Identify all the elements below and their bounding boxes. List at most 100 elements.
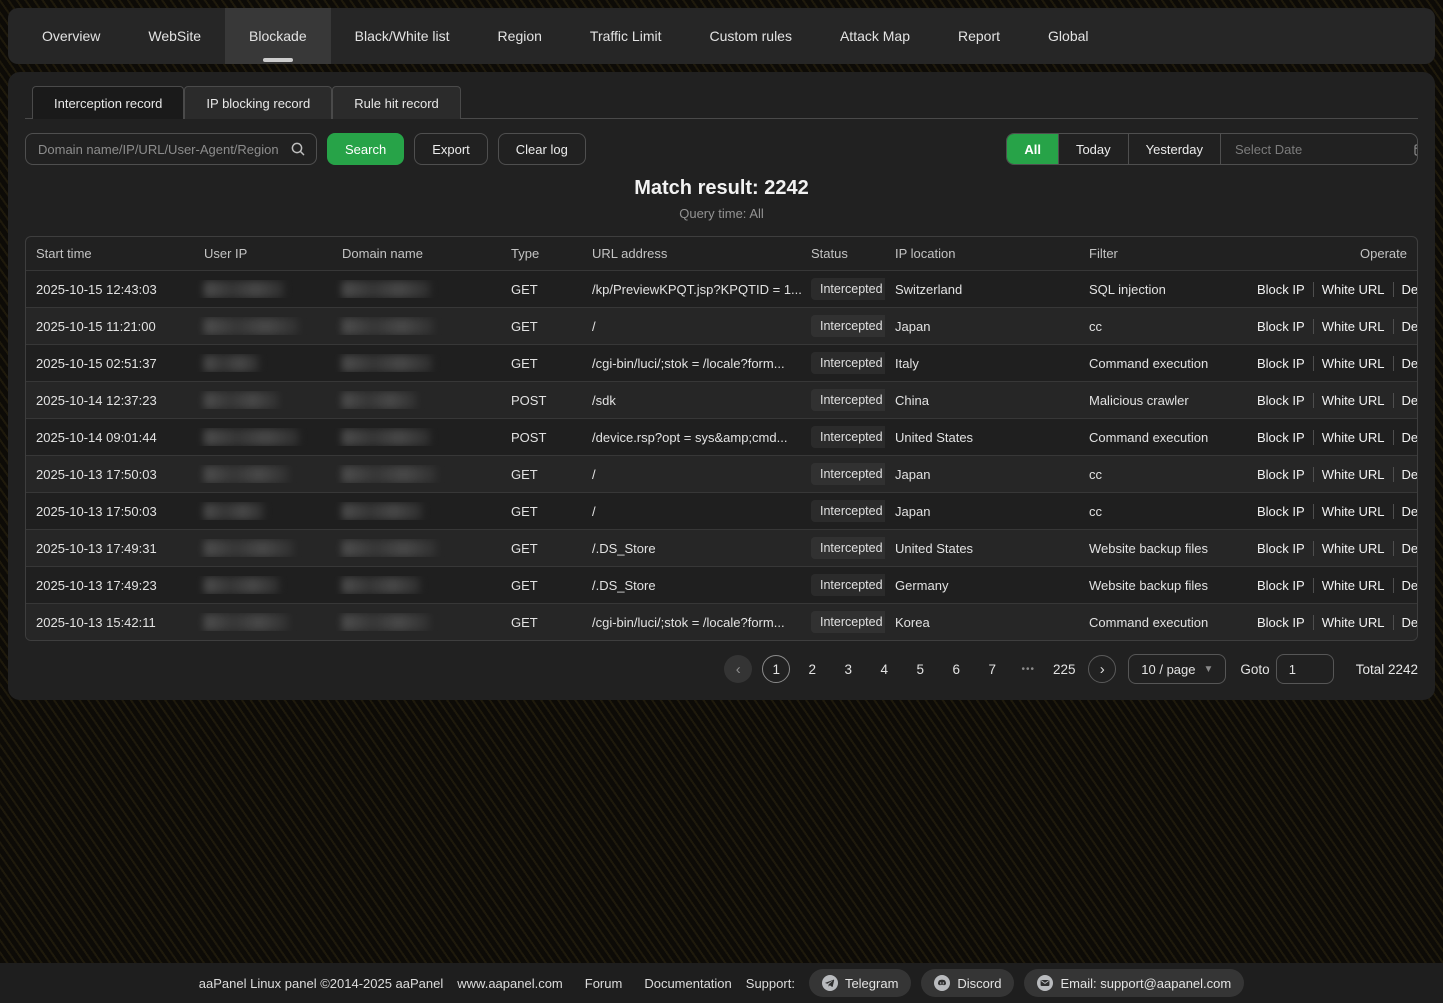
nav-item-global[interactable]: Global <box>1024 8 1112 64</box>
action-white-url[interactable]: White URL <box>1313 282 1393 297</box>
support-telegram[interactable]: Telegram <box>809 969 911 997</box>
action-white-url[interactable]: White URL <box>1313 356 1393 371</box>
nav-item-region[interactable]: Region <box>474 8 566 64</box>
cell-filter: cc <box>1079 467 1239 482</box>
table-row: 2025-10-13 17:49:23GET/.DS_StoreIntercep… <box>26 566 1417 603</box>
col-user-ip: User IP <box>194 246 332 261</box>
action-block-ip[interactable]: Block IP <box>1249 615 1313 630</box>
nav-item-black-white-list[interactable]: Black/White list <box>331 8 474 64</box>
action-block-ip[interactable]: Block IP <box>1249 504 1313 519</box>
redacted-domain <box>342 503 422 520</box>
page-number-225[interactable]: 225 <box>1050 655 1078 683</box>
action-white-url[interactable]: White URL <box>1313 467 1393 482</box>
cell-ip-location: Japan <box>885 467 1079 482</box>
cell-type: GET <box>501 319 582 334</box>
tab-ip-blocking-record[interactable]: IP blocking record <box>184 86 332 119</box>
action-details[interactable]: Details <box>1393 319 1417 334</box>
date-filter-today[interactable]: Today <box>1058 134 1128 164</box>
action-white-url[interactable]: White URL <box>1313 578 1393 593</box>
cell-ip-location: United States <box>885 430 1079 445</box>
nav-item-report[interactable]: Report <box>934 8 1024 64</box>
next-page-button[interactable]: › <box>1088 655 1116 683</box>
page-number-1[interactable]: 1 <box>762 655 790 683</box>
cell-domain-name <box>332 317 501 334</box>
action-block-ip[interactable]: Block IP <box>1249 393 1313 408</box>
tab-rule-hit-record[interactable]: Rule hit record <box>332 86 461 119</box>
footer-links: www.aapanel.com Forum Documentation <box>457 976 732 991</box>
nav-item-custom-rules[interactable]: Custom rules <box>686 8 816 64</box>
page-size-select[interactable]: 10 / page ▼ <box>1128 654 1226 684</box>
footer-link-forum[interactable]: Forum <box>585 976 623 991</box>
pagination: ‹ 1234567•••225 › 10 / page ▼ Goto Total… <box>25 654 1418 684</box>
select-date-input[interactable] <box>1233 141 1413 158</box>
page-number-4[interactable]: 4 <box>870 655 898 683</box>
cell-ip-location: Japan <box>885 319 1079 334</box>
action-block-ip[interactable]: Block IP <box>1249 319 1313 334</box>
cell-status: Intercepted <box>801 426 885 448</box>
page-number-6[interactable]: 6 <box>942 655 970 683</box>
page-number-2[interactable]: 2 <box>798 655 826 683</box>
status-badge: Intercepted <box>811 611 885 633</box>
email-icon <box>1037 975 1053 991</box>
search-button[interactable]: Search <box>327 133 404 165</box>
goto-page-input[interactable] <box>1276 654 1334 684</box>
action-details[interactable]: Details <box>1393 356 1417 371</box>
action-white-url[interactable]: White URL <box>1313 504 1393 519</box>
action-details[interactable]: Details <box>1393 578 1417 593</box>
nav-item-blockade[interactable]: Blockade <box>225 8 331 64</box>
action-details[interactable]: Details <box>1393 282 1417 297</box>
nav-item-overview[interactable]: Overview <box>18 8 124 64</box>
action-block-ip[interactable]: Block IP <box>1249 467 1313 482</box>
footer-link-documentation[interactable]: Documentation <box>644 976 731 991</box>
action-details[interactable]: Details <box>1393 467 1417 482</box>
action-block-ip[interactable]: Block IP <box>1249 541 1313 556</box>
page-ellipsis[interactable]: ••• <box>1014 655 1042 683</box>
footer-link-www-aapanel-com[interactable]: www.aapanel.com <box>457 976 563 991</box>
clear-log-button[interactable]: Clear log <box>498 133 586 165</box>
action-details[interactable]: Details <box>1393 504 1417 519</box>
cell-user-ip <box>194 317 332 334</box>
date-picker[interactable] <box>1220 134 1417 164</box>
date-filter-all[interactable]: All <box>1007 134 1058 164</box>
nav-item-traffic-limit[interactable]: Traffic Limit <box>566 8 686 64</box>
action-white-url[interactable]: White URL <box>1313 393 1393 408</box>
cell-user-ip <box>194 280 332 297</box>
calendar-icon[interactable] <box>1413 142 1418 157</box>
action-white-url[interactable]: White URL <box>1313 430 1393 445</box>
nav-item-website[interactable]: WebSite <box>124 8 225 64</box>
nav-item-attack-map[interactable]: Attack Map <box>816 8 934 64</box>
cell-status: Intercepted <box>801 278 885 300</box>
action-block-ip[interactable]: Block IP <box>1249 356 1313 371</box>
export-button[interactable]: Export <box>414 133 488 165</box>
action-block-ip[interactable]: Block IP <box>1249 578 1313 593</box>
action-details[interactable]: Details <box>1393 430 1417 445</box>
action-white-url[interactable]: White URL <box>1313 615 1393 630</box>
search-input[interactable] <box>36 141 290 158</box>
support-discord[interactable]: Discord <box>921 969 1014 997</box>
action-white-url[interactable]: White URL <box>1313 541 1393 556</box>
date-filter-yesterday[interactable]: Yesterday <box>1128 134 1220 164</box>
action-block-ip[interactable]: Block IP <box>1249 282 1313 297</box>
page-number-3[interactable]: 3 <box>834 655 862 683</box>
cell-filter: cc <box>1079 504 1239 519</box>
table-row: 2025-10-13 17:50:03GET/InterceptedJapanc… <box>26 492 1417 529</box>
action-white-url[interactable]: White URL <box>1313 319 1393 334</box>
support-email-support-aapanel-com[interactable]: Email: support@aapanel.com <box>1024 969 1244 997</box>
page-number-7[interactable]: 7 <box>978 655 1006 683</box>
cell-ip-location: Korea <box>885 615 1079 630</box>
action-details[interactable]: Details <box>1393 541 1417 556</box>
cell-domain-name <box>332 428 501 445</box>
cell-ip-location: United States <box>885 541 1079 556</box>
page-number-5[interactable]: 5 <box>906 655 934 683</box>
cell-status: Intercepted <box>801 352 885 374</box>
tab-interception-record[interactable]: Interception record <box>32 86 184 119</box>
action-details[interactable]: Details <box>1393 393 1417 408</box>
interception-table: Start timeUser IPDomain nameTypeURL addr… <box>25 236 1418 641</box>
prev-page-button[interactable]: ‹ <box>724 655 752 683</box>
record-tabs: Interception recordIP blocking recordRul… <box>25 86 1418 119</box>
action-block-ip[interactable]: Block IP <box>1249 430 1313 445</box>
table-row: 2025-10-13 15:42:11GET/cgi-bin/luci/;sto… <box>26 603 1417 640</box>
action-details[interactable]: Details <box>1393 615 1417 630</box>
cell-operate: Block IPWhite URLDetails <box>1239 356 1417 371</box>
search-icon[interactable] <box>290 141 306 157</box>
